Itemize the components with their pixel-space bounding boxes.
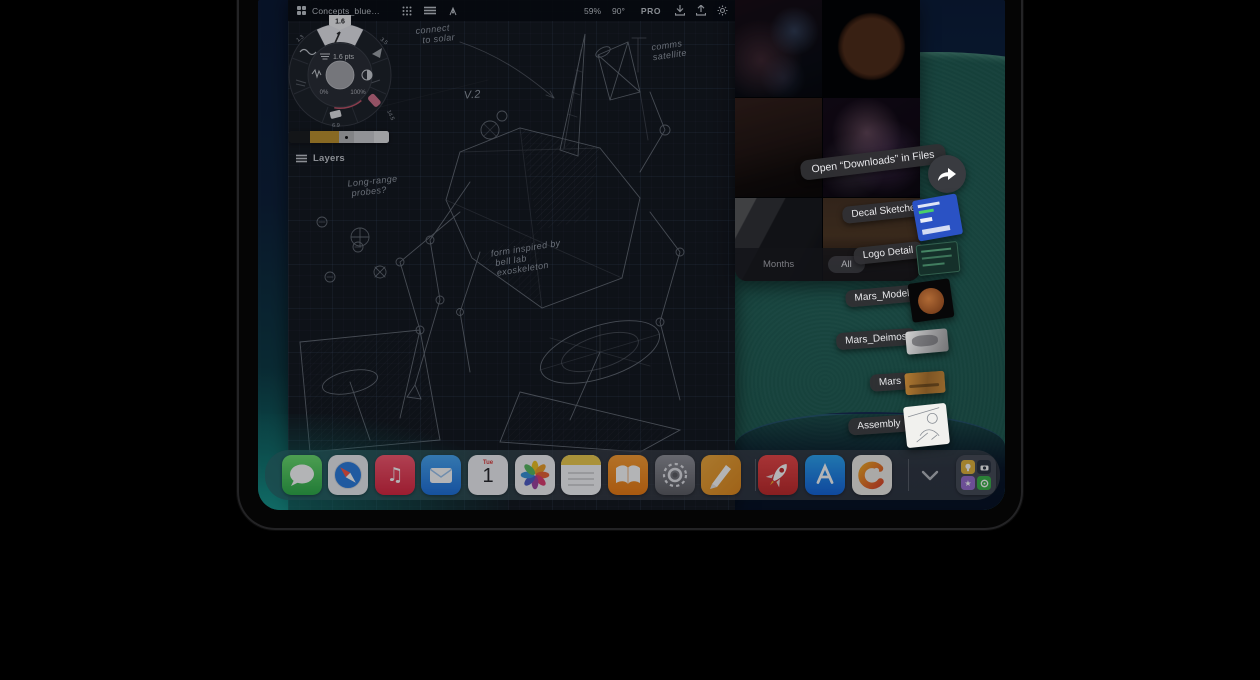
drag-item-label[interactable]: Mars_Deimos: [836, 328, 917, 351]
drag-thumb-mars-model[interactable]: [907, 278, 954, 322]
drop-hint-tooltip: Open “Downloads” in Files: [799, 143, 946, 181]
drag-layer: Open “Downloads” in Files Decal Sketches…: [258, 0, 1005, 510]
ipad-device: connect to solar commssatellite V.2 Long…: [237, 0, 1023, 530]
drag-thumb-mars[interactable]: [904, 371, 945, 396]
forward-arrow-icon: [936, 166, 958, 182]
drag-thumb-mars-deimos[interactable]: [905, 328, 949, 355]
drag-thumb-assembly[interactable]: [903, 403, 950, 448]
drag-thumb-logo-detail[interactable]: [915, 241, 960, 276]
share-forward-button[interactable]: [928, 155, 966, 193]
drag-item-label[interactable]: Logo Detail: [853, 241, 923, 265]
assembly-sketch: [903, 403, 950, 448]
ipad-screen: connect to solar commssatellite V.2 Long…: [258, 0, 1005, 510]
drag-item-label[interactable]: Assembly: [848, 414, 910, 435]
drag-thumb-decal-sketches[interactable]: [912, 193, 963, 241]
